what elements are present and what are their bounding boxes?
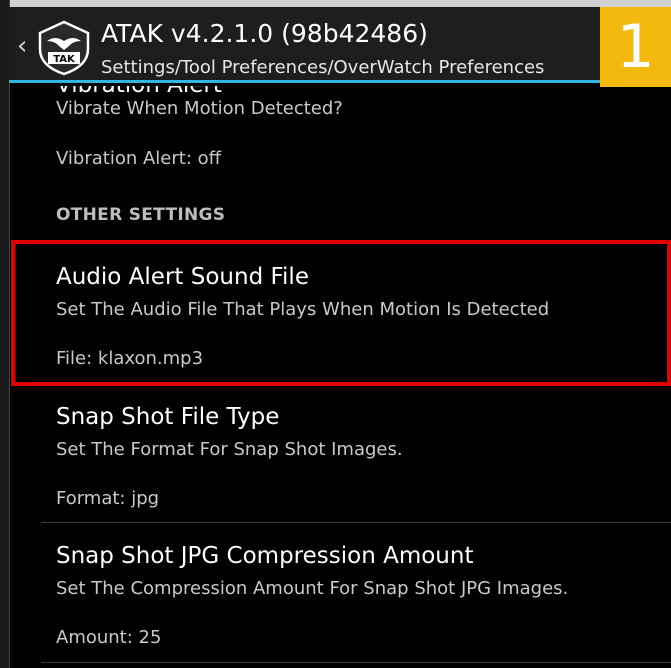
pref-summary: Set The Format For Snap Shot Images. xyxy=(56,439,403,460)
app-frame: ‹ TAK ATAK v4.2.1.0 (98b42486) Settings/… xyxy=(0,0,671,668)
logo-label: TAK xyxy=(53,54,76,65)
app-title: ATAK v4.2.1.0 (98b42486) xyxy=(101,19,428,48)
window-top-edge xyxy=(0,0,671,7)
category-header: OTHER SETTINGS xyxy=(56,205,226,225)
pref-value: Amount: 25 xyxy=(56,627,162,648)
breadcrumb: Settings/Tool Preferences/OverWatch Pref… xyxy=(101,57,545,78)
list-divider xyxy=(41,522,671,523)
pref-title: Snap Shot File Type xyxy=(56,404,280,430)
tak-logo[interactable]: TAK xyxy=(35,19,93,77)
action-bar: ‹ TAK ATAK v4.2.1.0 (98b42486) Settings/… xyxy=(9,7,671,83)
preference-list[interactable]: Vibration Alert Vibrate When Motion Dete… xyxy=(9,86,671,668)
pref-title: Vibration Alert xyxy=(56,86,222,98)
back-chevron-icon[interactable]: ‹ xyxy=(17,33,27,59)
pref-title: Snap Shot JPG Compression Amount xyxy=(56,543,474,569)
pref-value: Format: jpg xyxy=(56,488,160,509)
step-number-badge: 1 xyxy=(600,7,671,87)
pref-value: Vibration Alert: off xyxy=(56,148,222,169)
action-bar-underline xyxy=(9,80,671,83)
highlight-box xyxy=(11,240,671,386)
pref-summary: Set The Compression Amount For Snap Shot… xyxy=(56,578,569,599)
pref-summary: Vibrate When Motion Detected? xyxy=(56,98,343,119)
list-divider xyxy=(41,662,671,663)
